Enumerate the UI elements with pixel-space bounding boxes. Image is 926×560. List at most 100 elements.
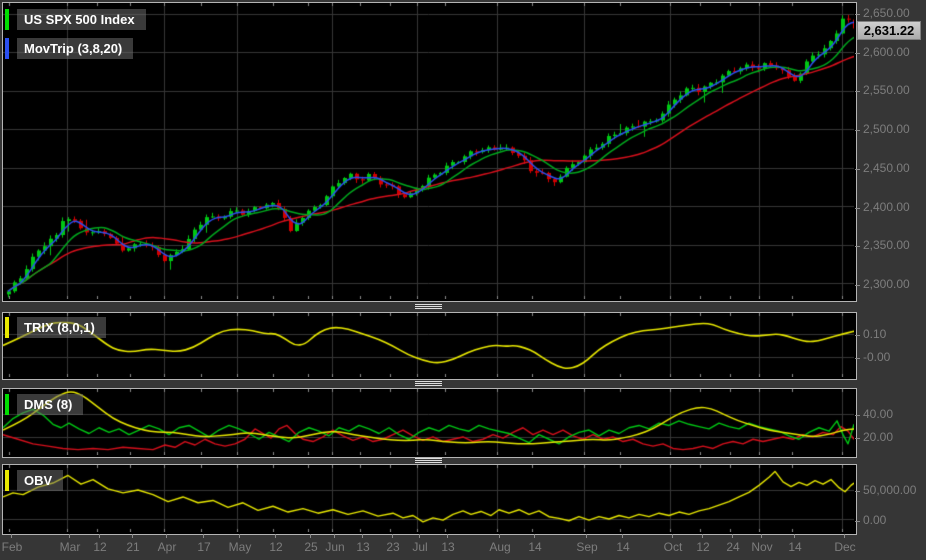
x-axis-label: 17 bbox=[197, 540, 211, 554]
x-axis-label: Mar bbox=[59, 540, 81, 554]
x-axis-label: Dec bbox=[834, 540, 856, 554]
panel-resize-handle[interactable] bbox=[415, 381, 442, 387]
x-axis-tick bbox=[69, 534, 70, 538]
legend-color-bar bbox=[5, 38, 9, 59]
y-axis-label: 2,550.00 bbox=[863, 83, 910, 97]
charting-app: US SPX 500 Index MovTrip (3,8,20) TRIX (… bbox=[0, 0, 926, 560]
x-axis-tick bbox=[392, 534, 393, 538]
x-axis-tick bbox=[794, 534, 795, 538]
y-axis-tick bbox=[855, 169, 860, 170]
y-axis-tick bbox=[855, 130, 860, 131]
dms-indicator-panel[interactable] bbox=[2, 388, 857, 458]
legend-obv-label: OBV bbox=[17, 470, 64, 491]
y-axis-label: 40.00 bbox=[863, 407, 894, 421]
y-axis-tick bbox=[855, 415, 860, 416]
x-axis-label: 12 bbox=[269, 540, 283, 554]
legend-trix[interactable]: TRIX (8,0,1) bbox=[5, 317, 106, 338]
x-axis-tick bbox=[447, 534, 448, 538]
panel-resize-handle[interactable] bbox=[415, 304, 442, 310]
x-axis-label: 14 bbox=[788, 540, 802, 554]
legend-movtrip-label: MovTrip (3,8,20) bbox=[17, 38, 134, 59]
x-axis-label: 23 bbox=[386, 540, 400, 554]
y-axis-label: 2,500.00 bbox=[863, 122, 910, 136]
trix-chart-canvas[interactable] bbox=[3, 313, 854, 377]
y-axis-label: 0.00 bbox=[863, 513, 887, 527]
x-axis-tick bbox=[11, 534, 12, 538]
x-axis-label: 13 bbox=[441, 540, 455, 554]
y-axis-tick bbox=[855, 208, 860, 209]
time-axis[interactable]: Feb Mar 12 21 Apr 17 May 12 25 Jun 13 23 Jul 13 Aug 14 S… bbox=[0, 534, 926, 560]
y-axis-label: 2,600.00 bbox=[863, 45, 910, 59]
dms-chart-canvas[interactable] bbox=[3, 389, 854, 455]
x-axis-label: 21 bbox=[126, 540, 140, 554]
x-axis-label: Jun bbox=[325, 540, 345, 554]
legend-dms-label: DMS (8) bbox=[17, 394, 84, 415]
x-axis-tick bbox=[702, 534, 703, 538]
y-axis-tick bbox=[855, 438, 860, 439]
x-axis-label: Sep bbox=[576, 540, 598, 554]
x-axis-label: 13 bbox=[356, 540, 370, 554]
x-axis-label: 12 bbox=[696, 540, 710, 554]
x-axis-tick bbox=[334, 534, 335, 538]
x-axis-tick bbox=[166, 534, 167, 538]
y-axis-tick bbox=[855, 91, 860, 92]
x-axis-tick bbox=[203, 534, 204, 538]
y-axis-label: 0.10 bbox=[863, 327, 887, 341]
y-axis-tick bbox=[855, 285, 860, 286]
panel-resize-handle[interactable] bbox=[415, 458, 442, 464]
legend-color-bar bbox=[5, 9, 9, 30]
legend-dms[interactable]: DMS (8) bbox=[5, 394, 84, 415]
y-axis-label: 2,400.00 bbox=[863, 200, 910, 214]
x-axis-tick bbox=[132, 534, 133, 538]
y-axis-tick bbox=[855, 521, 860, 522]
y-axis-label: 50,000.00 bbox=[863, 483, 917, 497]
price-axis[interactable]: 2,650.00 2,600.00 2,550.00 2,500.00 2,450.00… bbox=[855, 0, 926, 534]
x-axis-tick bbox=[622, 534, 623, 538]
y-axis-label: -0.00 bbox=[863, 350, 891, 364]
x-axis-tick bbox=[844, 534, 845, 538]
last-price-badge: 2,631.22 bbox=[857, 21, 921, 40]
x-axis-label: 14 bbox=[616, 540, 630, 554]
x-axis-label: Oct bbox=[663, 540, 683, 554]
x-axis-tick bbox=[732, 534, 733, 538]
x-axis-tick bbox=[586, 534, 587, 538]
legend-symbol-label: US SPX 500 Index bbox=[17, 9, 146, 30]
legend-color-bar bbox=[5, 470, 9, 491]
legend-trix-label: TRIX (8,0,1) bbox=[17, 317, 106, 338]
y-axis-label: 2,650.00 bbox=[863, 6, 910, 20]
x-axis-label: May bbox=[228, 540, 252, 554]
x-axis-label: Aug bbox=[489, 540, 511, 554]
trix-indicator-panel[interactable] bbox=[2, 312, 857, 380]
y-axis-label: 2,450.00 bbox=[863, 161, 910, 175]
y-axis-tick bbox=[855, 53, 860, 54]
x-axis-tick bbox=[761, 534, 762, 538]
x-axis-tick bbox=[672, 534, 673, 538]
legend-obv[interactable]: OBV bbox=[5, 470, 64, 491]
legend-symbol[interactable]: US SPX 500 Index bbox=[5, 9, 146, 30]
x-axis-label: Feb bbox=[1, 540, 23, 554]
y-axis-tick bbox=[855, 246, 860, 247]
legend-movtrip[interactable]: MovTrip (3,8,20) bbox=[5, 38, 134, 59]
y-axis-tick bbox=[855, 335, 860, 336]
x-axis-tick bbox=[499, 534, 500, 538]
x-axis-label: 12 bbox=[93, 540, 107, 554]
y-axis-label: 20.00 bbox=[863, 430, 894, 444]
x-axis-label: 24 bbox=[726, 540, 740, 554]
y-axis-label: 2,300.00 bbox=[863, 277, 910, 291]
legend-color-bar bbox=[5, 317, 9, 338]
x-axis-tick bbox=[239, 534, 240, 538]
obv-indicator-panel[interactable] bbox=[2, 464, 857, 535]
y-axis-tick bbox=[855, 491, 860, 492]
x-axis-label: 14 bbox=[528, 540, 542, 554]
x-axis-tick bbox=[99, 534, 100, 538]
x-axis-tick bbox=[419, 534, 420, 538]
x-axis-label: Nov bbox=[751, 540, 773, 554]
x-axis-tick bbox=[534, 534, 535, 538]
x-axis-label: 25 bbox=[304, 540, 318, 554]
x-axis-label: Apr bbox=[157, 540, 177, 554]
x-axis-tick bbox=[275, 534, 276, 538]
y-axis-tick bbox=[855, 14, 860, 15]
y-axis-label: 2,350.00 bbox=[863, 238, 910, 252]
obv-chart-canvas[interactable] bbox=[3, 465, 854, 532]
legend-color-bar bbox=[5, 394, 9, 415]
